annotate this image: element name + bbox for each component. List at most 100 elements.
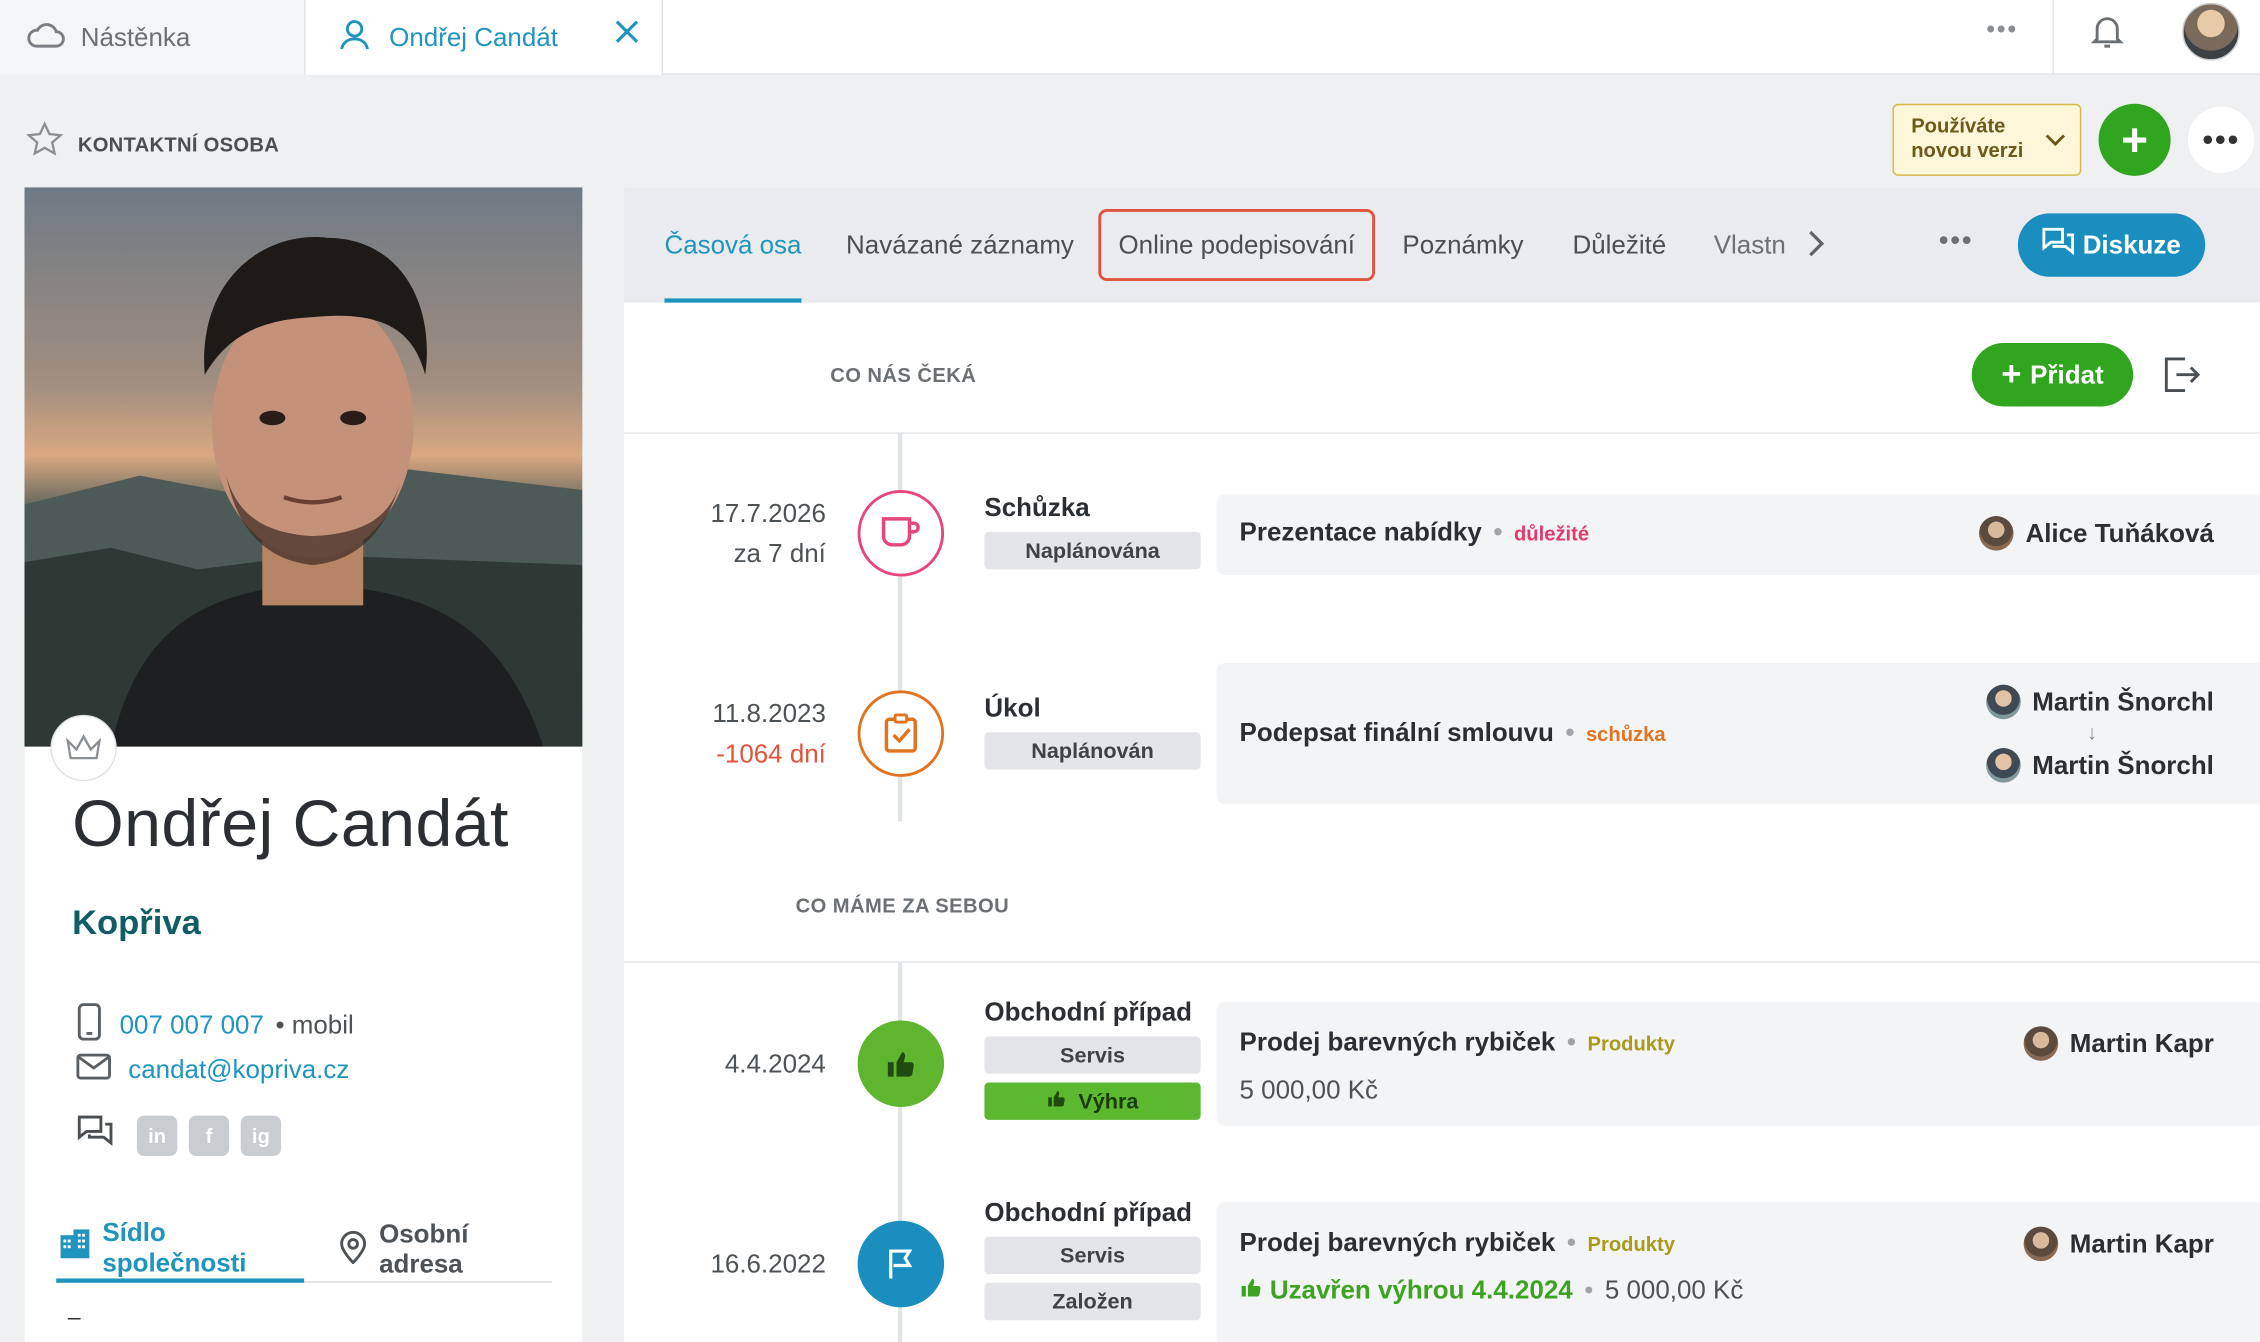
owner: Alice Tuňáková [1979, 515, 2214, 551]
star-icon[interactable] [26, 121, 64, 166]
card-title[interactable]: Podepsat finální smlouvu [1240, 718, 1554, 747]
add-activity-button[interactable]: + Přidat [1971, 343, 2134, 407]
avatar [2023, 1226, 2059, 1262]
discussion-button[interactable]: Diskuze [2017, 213, 2206, 277]
phone-icon [76, 1003, 102, 1048]
date: 11.8.2023 [712, 699, 826, 728]
relative-date: -1064 dní [716, 739, 826, 769]
activity-type: Obchodní případ [984, 997, 1192, 1027]
owner-name: Martin Šnorchl [2032, 686, 2214, 716]
avatar[interactable] [2182, 2, 2240, 61]
building-icon [59, 1228, 91, 1267]
arrow-down-icon: ↓ [2087, 720, 2098, 744]
owner-to: Martin Šnorchl [1986, 748, 2214, 783]
instagram-icon[interactable]: ig [240, 1114, 282, 1156]
task-icon [857, 690, 945, 777]
social-links: in f ig [76, 1114, 282, 1156]
tab-important[interactable]: Důležité [1572, 187, 1666, 302]
avatar [2023, 1026, 2059, 1061]
tab-online-signing[interactable]: Online podepisování [1098, 208, 1376, 282]
email-link[interactable]: candat@kopriva.cz [128, 1055, 349, 1085]
detail-tabs: Časová osa Navázané záznamy Online podep… [624, 187, 2260, 303]
owner-name: Martin Kapr [2069, 1028, 2214, 1058]
tab-personal-address[interactable]: Osobní adresa [339, 1216, 552, 1282]
relative-date: za 7 dní [733, 539, 826, 568]
card-title[interactable]: Prezentace nabídky [1240, 517, 1482, 546]
owner-name: Martin Šnorchl [2032, 750, 2214, 780]
status-badge: Servis [984, 1036, 1201, 1074]
bell-icon[interactable] [2090, 13, 2125, 58]
deal-card[interactable]: Prodej barevných rybiček • Produkty Uzavře… [1216, 1202, 2260, 1342]
tab-personal-address-label: Osobní adresa [379, 1219, 469, 1279]
facebook-icon[interactable]: f [188, 1114, 230, 1156]
activity-card[interactable]: Podepsat finální smlouvu • schůzka Martin … [1216, 663, 2260, 805]
card-title-line: Podepsat finální smlouvu • schůzka [1239, 717, 1666, 747]
card-title[interactable]: Prodej barevných rybiček [1240, 1028, 1556, 1057]
won-badge: Výhra [984, 1082, 1201, 1120]
row-type: Obchodní případ Servis Založen [984, 1197, 1201, 1321]
card-title-line: Prodej barevných rybiček • Produkty [1239, 1027, 1675, 1057]
status-badge: Naplánována [984, 531, 1201, 570]
version-dropdown[interactable]: Používáte novou verzi [1892, 103, 2082, 176]
divider [2052, 0, 2054, 75]
more-icon[interactable]: ••• [1986, 14, 2023, 51]
more-icon[interactable]: ••• [1939, 225, 1974, 258]
close-icon[interactable] [613, 17, 642, 53]
plus-icon: + [2001, 354, 2022, 394]
card-tag: schůzka [1585, 722, 1666, 746]
past-heading: CO MÁME ZA SEBOU [795, 893, 1010, 917]
divider [624, 432, 2260, 434]
won-text: Uzavřen výhrou 4.4.2024 [1269, 1275, 1573, 1305]
avatar [1979, 515, 2014, 551]
email-row: candat@kopriva.cz [76, 1053, 349, 1087]
row-date: 17.7.2026 za 7 dní [624, 493, 826, 574]
owner-from: Martin Šnorchl [1986, 684, 2214, 720]
export-icon[interactable] [2162, 356, 2202, 401]
date: 16.6.2022 [710, 1249, 826, 1279]
discussion-label: Diskuze [2082, 229, 2181, 259]
company-link[interactable]: Kopřiva [72, 904, 201, 944]
tab-custom[interactable]: Vlastn [1714, 187, 1786, 302]
tab-notes[interactable]: Poznámky [1402, 187, 1523, 302]
tab-contact[interactable]: Ondřej Candát [305, 0, 664, 75]
chevron-right-icon[interactable] [1806, 228, 1826, 267]
top-bar: Nástěnka Ondřej Candát ••• [0, 0, 2260, 75]
activity-type: Úkol [984, 693, 1041, 723]
deal-summary: Uzavřen výhrou 4.4.2024 • 5 000,00 Kč [1240, 1275, 1744, 1306]
crown-icon[interactable] [50, 714, 117, 782]
thumbs-up-icon [857, 1020, 945, 1107]
more-options-button[interactable]: ••• [2187, 106, 2255, 173]
upcoming-heading: CO NÁS ČEKÁ [830, 363, 977, 387]
tab-company-address[interactable]: Sídlo společnosti [56, 1216, 305, 1283]
chat-icon[interactable] [76, 1114, 113, 1156]
card-tag: Produkty [1587, 1232, 1675, 1256]
page-header: KONTAKTNÍ OSOBA [26, 121, 279, 166]
thumbs-up-icon [1240, 1276, 1270, 1305]
thumbs-up-icon [1047, 1088, 1067, 1114]
tab-dashboard[interactable]: Nástěnka [0, 0, 306, 75]
mail-icon [76, 1053, 111, 1087]
address-tabs: Sídlo společnosti Osobní adresa [56, 1216, 553, 1283]
flag-icon [857, 1220, 945, 1308]
card-tag: Produkty [1587, 1031, 1675, 1056]
status-badge: Založen [984, 1282, 1201, 1321]
activity-type: Obchodní případ [984, 1197, 1192, 1227]
add-button[interactable]: + [2098, 103, 2171, 176]
card-title[interactable]: Prodej barevných rybiček [1240, 1228, 1556, 1257]
linkedin-icon[interactable]: in [136, 1114, 178, 1156]
tab-timeline[interactable]: Časová osa [664, 187, 802, 303]
card-title-line: Prezentace nabídky • důležité [1239, 517, 1590, 547]
contact-name: Ondřej Candát [72, 785, 509, 861]
status-badge: Naplánován [984, 732, 1201, 770]
meeting-icon [857, 490, 945, 577]
activity-type: Schůzka [984, 492, 1090, 522]
row-type: Schůzka Naplánována [984, 492, 1201, 570]
deal-amount: 5 000,00 Kč [1604, 1275, 1744, 1305]
activity-card[interactable]: Prezentace nabídky • důležité Alice Tuňáko… [1216, 494, 2260, 576]
deal-card[interactable]: Prodej barevných rybiček • Produkty 5 000,… [1216, 1001, 2260, 1126]
tab-linked-records[interactable]: Navázané záznamy [846, 187, 1074, 302]
row-date: 4.4.2024 [624, 1044, 826, 1084]
chevron-down-icon [2045, 128, 2066, 153]
profile-card: Ondřej Candát Kopřiva 007 007 007 • mobi… [24, 187, 583, 1342]
phone-link[interactable]: 007 007 007 [120, 1010, 264, 1040]
